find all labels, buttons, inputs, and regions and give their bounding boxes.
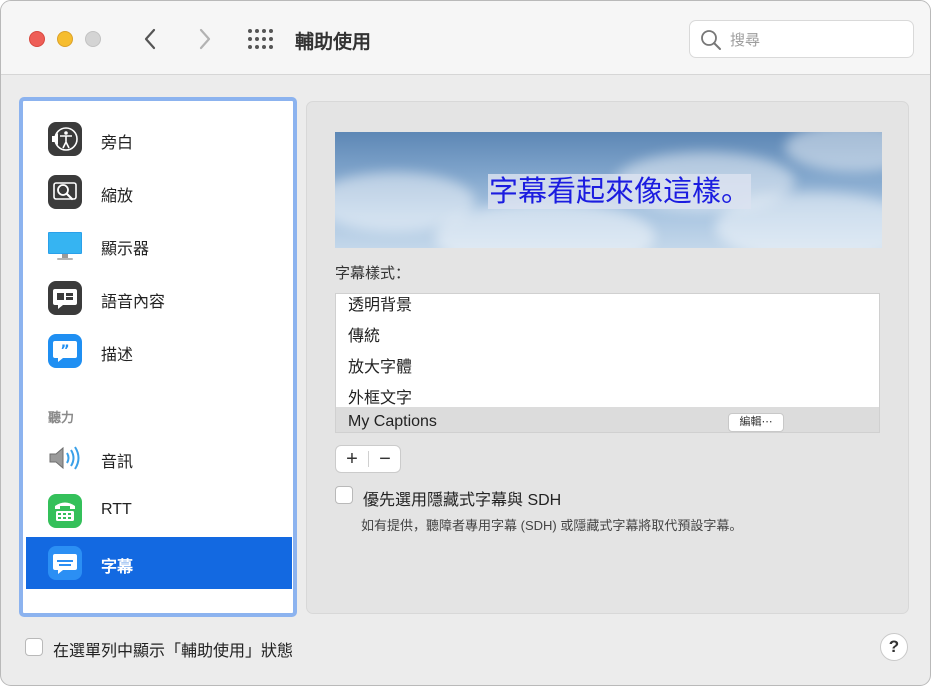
- sidebar-section-hearing: 聽力: [48, 410, 75, 425]
- rtt-icon: [48, 494, 82, 528]
- sidebar-item-voiceover[interactable]: 旁白: [26, 113, 292, 165]
- caption-styles-label: 字幕樣式：: [335, 265, 411, 282]
- search-field[interactable]: [689, 20, 914, 58]
- list-item[interactable]: 傳統: [336, 316, 879, 347]
- sidebar-item-rtt[interactable]: RTT: [26, 485, 292, 537]
- sidebar-item-label: RTT: [101, 501, 132, 518]
- help-button[interactable]: ?: [880, 633, 908, 661]
- descriptions-icon: ”: [48, 334, 82, 368]
- voiceover-icon: [48, 122, 82, 156]
- add-style-button[interactable]: +: [336, 446, 368, 472]
- prefer-sdh-label[interactable]: 優先選用隱藏式字幕與 SDH: [363, 486, 561, 510]
- chevron-right-icon: [199, 28, 211, 50]
- edit-style-button[interactable]: 編輯⋯: [728, 413, 784, 432]
- captions-panel: 字幕看起來像這樣。 字幕樣式： 透明背景 傳統 放大字體 外框文字 My Cap…: [306, 101, 909, 614]
- search-input[interactable]: [730, 29, 900, 51]
- remove-style-button[interactable]: −: [369, 446, 401, 472]
- sidebar-item-descriptions[interactable]: ” 描述: [26, 325, 292, 377]
- caption-preview: 字幕看起來像這樣。: [335, 132, 882, 248]
- sidebar-item-label: 語音內容: [101, 294, 166, 311]
- style-name: My Captions: [348, 413, 437, 430]
- list-item[interactable]: 透明背景: [336, 294, 879, 316]
- close-window-button[interactable]: [29, 31, 45, 47]
- sidebar-item-captions[interactable]: 字幕: [26, 537, 292, 589]
- svg-text:”: ”: [60, 343, 69, 359]
- display-icon: [48, 232, 82, 260]
- list-item[interactable]: 外框文字: [336, 378, 879, 409]
- add-remove-control: + −: [335, 445, 401, 473]
- style-name: 放大字體: [348, 359, 413, 376]
- prefer-sdh-description: 如有提供，聽障者專用字幕 (SDH) 或隱藏式字幕將取代預設字幕。: [361, 518, 743, 533]
- sidebar-item-label: 音訊: [101, 454, 134, 471]
- caption-style-list[interactable]: 透明背景 傳統 放大字體 外框文字 My Captions 編輯⋯: [335, 293, 880, 433]
- minimize-window-button[interactable]: [57, 31, 73, 47]
- sidebar-item-label: 顯示器: [101, 241, 150, 258]
- sidebar-item-zoom[interactable]: 縮放: [26, 166, 292, 218]
- window-title: 輔助使用: [295, 32, 372, 53]
- preferences-window: 輔助使用 旁白: [0, 0, 931, 686]
- sidebar-item-label: 描述: [101, 347, 134, 364]
- list-item[interactable]: 放大字體: [336, 347, 879, 378]
- forward-button[interactable]: [193, 25, 215, 53]
- style-name: 外框文字: [348, 390, 413, 407]
- show-all-button[interactable]: [247, 28, 273, 50]
- zoom-window-button[interactable]: [85, 31, 101, 47]
- sidebar-item-label: 縮放: [101, 188, 134, 205]
- caption-preview-text: 字幕看起來像這樣。: [488, 174, 752, 209]
- captions-icon: [48, 546, 82, 580]
- zoom-icon: [48, 175, 82, 209]
- title-bar: 輔助使用: [1, 1, 930, 75]
- spoken-content-icon: [48, 281, 82, 315]
- style-name: 傳統: [348, 328, 381, 345]
- sidebar-item-label: 旁白: [101, 135, 134, 152]
- prefer-sdh-checkbox[interactable]: [335, 486, 353, 504]
- list-item-selected[interactable]: My Captions 編輯⋯: [336, 407, 879, 432]
- search-icon: [701, 30, 721, 50]
- grid-icon: [248, 29, 273, 49]
- menu-bar-status-label[interactable]: 在選單列中顯示「輔助使用」狀態: [53, 637, 293, 661]
- sidebar-item-audio[interactable]: 音訊: [26, 432, 292, 484]
- sidebar-item-spoken-content[interactable]: 語音內容: [26, 272, 292, 324]
- back-button[interactable]: [140, 25, 162, 53]
- style-name: 透明背景: [348, 297, 413, 314]
- sidebar[interactable]: 旁白 縮放 顯示器 語音內容 ” 描述 聽力 音訊 RTT 字幕: [19, 97, 297, 617]
- sidebar-item-display[interactable]: 顯示器: [26, 219, 292, 271]
- sidebar-item-label: 字幕: [101, 559, 134, 576]
- chevron-left-icon: [144, 28, 156, 50]
- menu-bar-status-checkbox[interactable]: [25, 638, 43, 656]
- audio-speaker-icon: [49, 446, 80, 470]
